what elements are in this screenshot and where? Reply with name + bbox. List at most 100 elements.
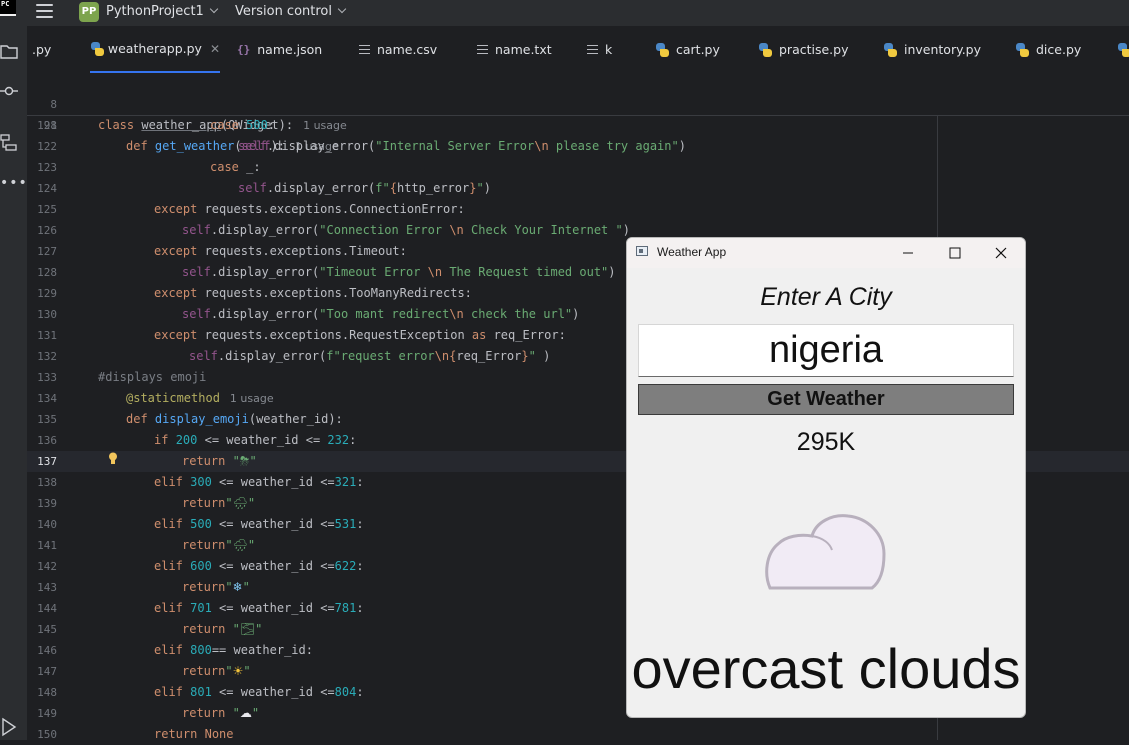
lightbulb-icon[interactable] — [108, 452, 118, 465]
line-number: 131 — [37, 329, 57, 342]
city-prompt-label: Enter A City — [760, 283, 892, 311]
commit-icon[interactable] — [0, 84, 18, 98]
line-number: 132 — [37, 350, 57, 363]
sun-emoji: ☀ — [232, 664, 244, 678]
code-comment: #displays emoji — [98, 370, 207, 384]
python-file-icon — [1117, 42, 1129, 57]
usage-hint[interactable]: 1 usage — [230, 392, 274, 405]
line-number: 124 — [37, 182, 57, 195]
temperature-label: 295K — [796, 428, 856, 456]
tab-label: name.json — [257, 42, 323, 57]
cloud-icon — [765, 514, 886, 590]
line-number: 126 — [37, 224, 57, 237]
line-number: 139 — [37, 497, 57, 510]
line-number: 149 — [37, 707, 57, 720]
pycharm-logo: PC — [0, 0, 16, 16]
tab-label: name.csv — [377, 42, 438, 57]
window-title: Weather App — [657, 245, 727, 259]
run-icon[interactable] — [0, 716, 18, 738]
text-file-icon — [477, 44, 488, 55]
line-number: 127 — [37, 245, 57, 258]
code-line: 125 except requests.exceptions.Connection… — [27, 199, 1129, 220]
city-input[interactable] — [638, 324, 1014, 377]
text-file-icon — [587, 44, 598, 55]
tab-name-csv[interactable]: name.csv — [359, 26, 437, 73]
main-menu-icon[interactable] — [36, 4, 53, 19]
version-control-label: Version control — [235, 4, 332, 19]
tab-dice[interactable]: dice.py — [1015, 26, 1081, 73]
line-number: 147 — [37, 665, 57, 678]
line-number: 144 — [37, 602, 57, 615]
python-file-icon — [883, 42, 897, 57]
tab-name-json[interactable]: {} name.json — [237, 26, 322, 73]
line-number: 125 — [37, 203, 57, 216]
title-bar: PC PP PythonProject1 Version control — [0, 0, 1129, 26]
tab-practise[interactable]: practise.py — [758, 26, 849, 73]
tab-label: dice.py — [1036, 42, 1082, 57]
line-number: 137 — [37, 455, 57, 468]
chevron-down-icon — [337, 4, 347, 14]
python-file-icon — [758, 42, 772, 57]
code-line: 123 case _: — [27, 157, 1129, 178]
minimize-icon[interactable] — [889, 241, 925, 265]
line-number: 121 — [37, 119, 57, 132]
line-number: 135 — [37, 413, 57, 426]
line-number: 138 — [37, 476, 57, 489]
line-number: 148 — [37, 686, 57, 699]
tab-name-txt[interactable]: name.txt — [477, 26, 552, 73]
tab-label: practise.py — [779, 42, 849, 57]
folder-icon[interactable] — [0, 43, 18, 59]
project-selector[interactable]: PythonProject1 — [106, 4, 219, 19]
weather-description: overcast clouds — [631, 637, 1021, 700]
shower-emoji: 🌧 — [232, 538, 248, 552]
fog-emoji: 🌫 — [239, 622, 256, 636]
tab-label: name.txt — [495, 42, 552, 57]
code-line: 150 return None — [27, 724, 1129, 745]
tab-label: k — [605, 42, 613, 57]
close-icon[interactable]: ✕ — [210, 42, 220, 56]
line-number: 130 — [37, 308, 57, 321]
close-icon[interactable] — [983, 241, 1019, 265]
version-control-menu[interactable]: Version control — [235, 4, 347, 19]
python-file-icon — [655, 42, 669, 57]
line-number: 143 — [37, 581, 57, 594]
more-tools-icon[interactable]: ••• — [0, 175, 28, 191]
line-number: 122 — [37, 140, 57, 153]
project-badge[interactable]: PP — [79, 2, 99, 22]
editor-tab-bar: .py weatherapp.py ✕ {} name.json name.csv … — [27, 26, 1129, 74]
get-weather-button[interactable]: Get Weather — [638, 384, 1014, 415]
text-file-icon — [359, 44, 370, 55]
tab-label: weatherapp.py — [107, 41, 202, 56]
line-number: 140 — [37, 518, 57, 531]
line-number: 129 — [37, 287, 57, 300]
line-number: 128 — [37, 266, 57, 279]
decorator: @staticmethod — [126, 391, 220, 405]
code-line: 124 self.display_error(f"{http_error}") — [27, 178, 1129, 199]
line-number: 142 — [37, 560, 57, 573]
window-title-bar[interactable]: Weather App — [627, 238, 1025, 268]
rain-emoji: 🌧 — [232, 496, 248, 510]
maximize-icon[interactable] — [937, 241, 973, 265]
json-file-icon: {} — [237, 43, 251, 56]
line-number: 123 — [37, 161, 57, 174]
tab-weatherapp[interactable]: weatherapp.py ✕ — [90, 26, 220, 73]
python-file-icon — [90, 41, 104, 56]
line-number: 150 — [37, 728, 57, 741]
sticky-scroll-header: 8 class weather_app(QWidget): 1 usage 98 … — [27, 73, 1129, 153]
structure-icon[interactable] — [0, 134, 18, 152]
tool-window-strip: ••• — [0, 26, 28, 740]
tab-k[interactable]: k — [587, 26, 612, 73]
line-number: 145 — [37, 623, 57, 636]
tab-cart[interactable]: cart.py — [655, 26, 720, 73]
tab-label: inventory.py — [904, 42, 982, 57]
code-line: 122 self.display_error("Internal Server E… — [27, 136, 1129, 157]
tab-label: cart.py — [676, 42, 720, 57]
tab-py[interactable]: .py — [32, 26, 51, 73]
tab-overflow[interactable] — [1117, 26, 1129, 73]
line-number: 141 — [37, 539, 57, 552]
tab-inventory[interactable]: inventory.py — [883, 26, 981, 73]
cloud-emoji: ☁ — [239, 706, 252, 720]
line-number: 133 — [37, 371, 57, 384]
line-number: 134 — [37, 392, 57, 405]
code-line: 98 def get_weather(self): 1 usage — [27, 94, 1129, 153]
